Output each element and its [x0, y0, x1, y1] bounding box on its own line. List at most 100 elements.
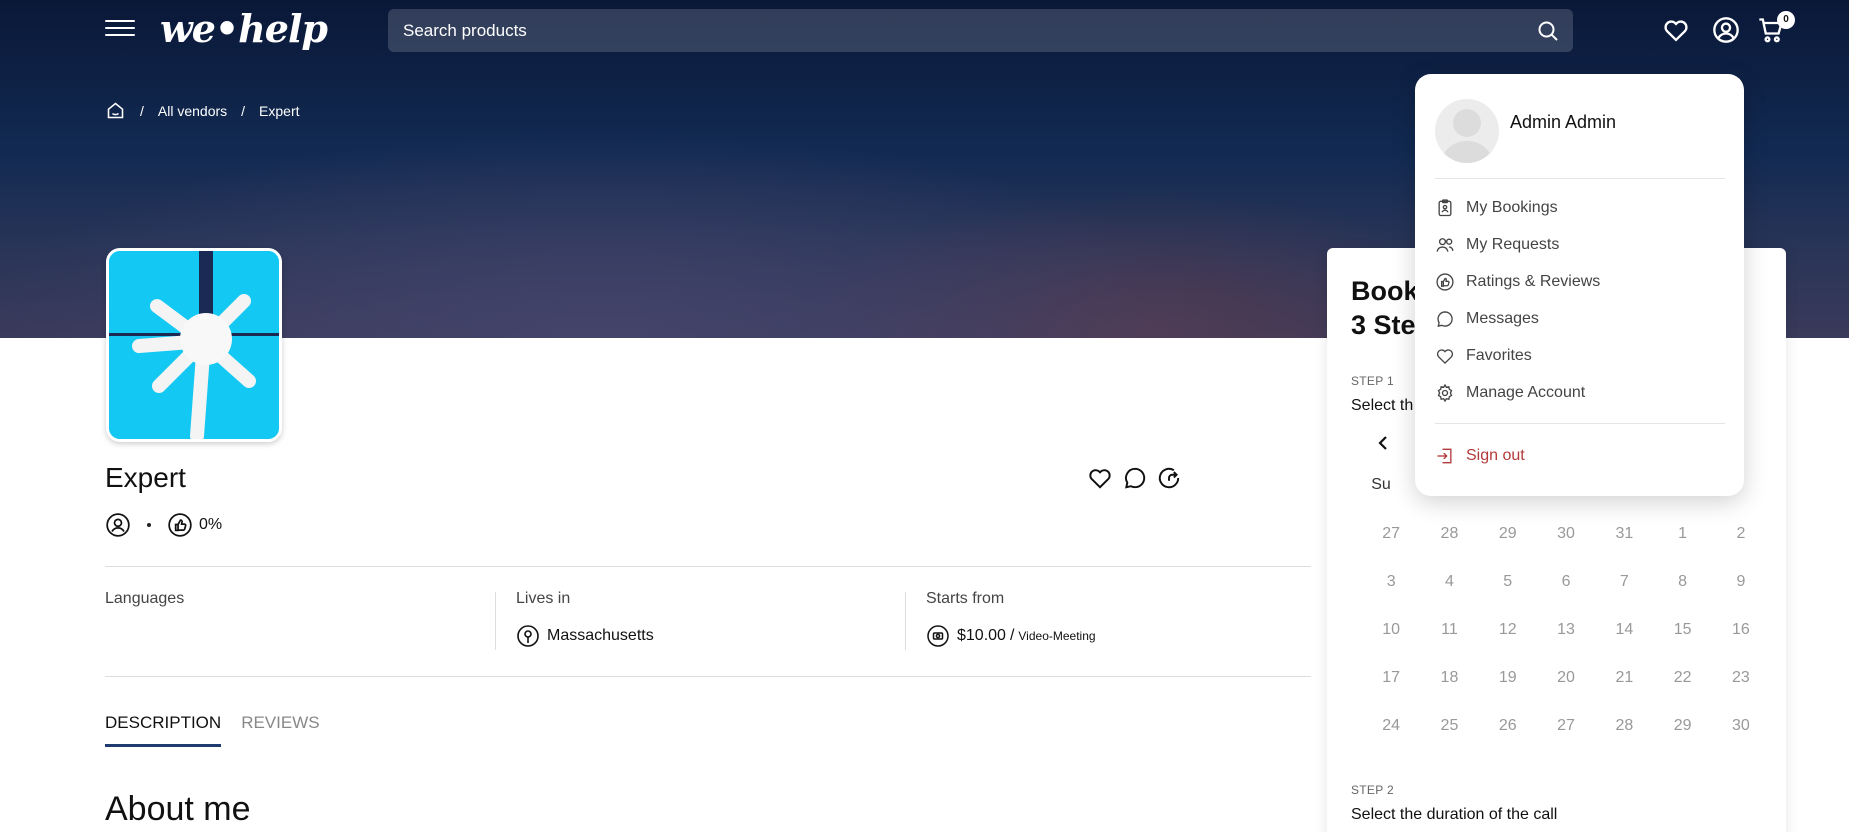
calendar-day[interactable]: 19: [1479, 668, 1537, 716]
calendar-day[interactable]: 28: [1595, 716, 1653, 764]
calendar-day[interactable]: 11: [1420, 620, 1478, 668]
vendor-name: Expert: [105, 462, 186, 493]
calendar-day[interactable]: 30: [1537, 524, 1595, 572]
user-account-dropdown: Admin Admin My Bookings My Requests Rati…: [1415, 74, 1744, 496]
calendar-day[interactable]: 25: [1420, 716, 1478, 764]
calendar-day[interactable]: 1: [1653, 524, 1711, 572]
calendar-day[interactable]: 18: [1420, 668, 1478, 716]
account-user-icon[interactable]: [1712, 16, 1740, 44]
calendar-day[interactable]: 20: [1537, 668, 1595, 716]
calendar-day[interactable]: 27: [1537, 716, 1595, 764]
about-me-heading: About me: [105, 790, 251, 828]
search-icon[interactable]: [1536, 19, 1560, 43]
booking-title: Book 3 Ste: [1351, 276, 1419, 340]
calendar-day[interactable]: 29: [1479, 524, 1537, 572]
menu-item-ratings-reviews[interactable]: Ratings & Reviews: [1435, 267, 1725, 297]
step1-label: STEP 1: [1351, 374, 1394, 388]
calendar-day[interactable]: 4: [1420, 572, 1478, 620]
breadcrumb-separator: /: [241, 102, 246, 119]
calendar-day[interactable]: 22: [1653, 668, 1711, 716]
calendar-day[interactable]: 5: [1479, 572, 1537, 620]
calendar-day[interactable]: 31: [1595, 524, 1653, 572]
calendar-day[interactable]: 23: [1712, 668, 1770, 716]
top-navigation-bar: we•help 0: [0, 0, 1849, 60]
calendar-day[interactable]: 14: [1595, 620, 1653, 668]
profile-tabs: DESCRIPTION REVIEWS: [105, 713, 340, 747]
calendar-day[interactable]: 10: [1362, 620, 1420, 668]
calendar-day[interactable]: 6: [1537, 572, 1595, 620]
calendar-day[interactable]: 17: [1362, 668, 1420, 716]
menu-item-label: Favorites: [1466, 347, 1532, 364]
calendar-day[interactable]: 26: [1479, 716, 1537, 764]
site-logo[interactable]: we•help: [160, 6, 328, 51]
menu-item-messages[interactable]: Messages: [1435, 304, 1725, 334]
menu-item-manage-account[interactable]: Manage Account: [1435, 378, 1725, 408]
menu-item-my-bookings[interactable]: My Bookings: [1435, 193, 1725, 223]
calendar-day[interactable]: 2: [1712, 524, 1770, 572]
breadcrumb-separator: /: [140, 102, 144, 119]
vendor-meta-row: 0%: [105, 512, 222, 538]
menu-item-favorites[interactable]: Favorites: [1435, 341, 1725, 371]
languages-section: Languages: [105, 590, 184, 652]
vendor-avatar-image: [109, 251, 279, 439]
calendar-day[interactable]: 30: [1712, 716, 1770, 764]
column-divider: [495, 592, 496, 650]
menu-item-label: Manage Account: [1466, 384, 1586, 401]
calendar-day[interactable]: 21: [1595, 668, 1653, 716]
heart-icon: [1436, 349, 1454, 365]
user-avatar: [1435, 99, 1499, 163]
calendar-days-grid: 27 28 29 30 31 1 2 3 4 5 6 7 8 9 10 11 1…: [1362, 524, 1770, 764]
menu-item-my-requests[interactable]: My Requests: [1435, 230, 1725, 260]
calendar-day[interactable]: 9: [1712, 572, 1770, 620]
menu-hamburger-icon[interactable]: [105, 20, 135, 40]
default-avatar-icon: [1441, 109, 1493, 163]
calendar-day[interactable]: 29: [1653, 716, 1711, 764]
calendar-day[interactable]: 13: [1537, 620, 1595, 668]
rating-percent: 0%: [199, 516, 223, 533]
languages-label: Languages: [105, 590, 185, 607]
divider: [105, 676, 1311, 677]
user-name: Admin Admin: [1510, 112, 1617, 132]
thumbs-up-icon: [168, 513, 192, 537]
breadcrumb: / All vendors / Expert: [105, 100, 300, 121]
calendar-day[interactable]: 15: [1653, 620, 1711, 668]
column-divider: [905, 592, 906, 650]
calendar-day[interactable]: 27: [1362, 524, 1420, 572]
video-meeting-icon: [927, 625, 949, 647]
menu-item-sign-out[interactable]: Sign out: [1435, 441, 1725, 471]
calendar-day[interactable]: 8: [1653, 572, 1711, 620]
menu-item-label: My Requests: [1466, 236, 1560, 253]
step2-text: Select the duration of the call: [1351, 806, 1558, 823]
search-input[interactable]: [388, 9, 1573, 52]
tab-description[interactable]: DESCRIPTION: [105, 713, 222, 747]
calendar-day[interactable]: 12: [1479, 620, 1537, 668]
price-separator: /: [1009, 627, 1015, 644]
cart-count-badge: 0: [1777, 11, 1795, 29]
calendar-day[interactable]: 24: [1362, 716, 1420, 764]
calendar-prev-month-icon[interactable]: [1375, 434, 1391, 452]
message-bubble-icon[interactable]: [1122, 465, 1148, 491]
search-bar: [388, 9, 1573, 52]
lives-in-label: Lives in: [516, 590, 571, 607]
weekday-sunday: Su: [1371, 476, 1391, 493]
starts-from-section: Starts from $10.00 / Video-Meeting: [926, 590, 1096, 652]
favorites-heart-icon[interactable]: [1662, 16, 1690, 44]
step1-text: Select th: [1351, 397, 1414, 414]
step2-label: STEP 2: [1351, 783, 1394, 797]
favorite-heart-icon[interactable]: [1087, 465, 1113, 491]
sign-out-label: Sign out: [1466, 447, 1525, 464]
calendar-day[interactable]: 3: [1362, 572, 1420, 620]
breadcrumb-all-vendors[interactable]: All vendors: [158, 103, 227, 119]
starts-from-label: Starts from: [926, 590, 1005, 607]
calendar-day[interactable]: 28: [1420, 524, 1478, 572]
calendar-day[interactable]: 7: [1595, 572, 1653, 620]
calendar-day[interactable]: 16: [1712, 620, 1770, 668]
home-icon[interactable]: [105, 100, 126, 121]
tab-reviews[interactable]: REVIEWS: [241, 713, 319, 747]
menu-item-label: My Bookings: [1466, 199, 1558, 216]
share-icon[interactable]: [1156, 465, 1182, 491]
menu-item-label: Messages: [1466, 310, 1539, 327]
menu-divider: [1435, 423, 1725, 424]
separator-dot: [147, 523, 151, 527]
divider: [105, 566, 1311, 567]
